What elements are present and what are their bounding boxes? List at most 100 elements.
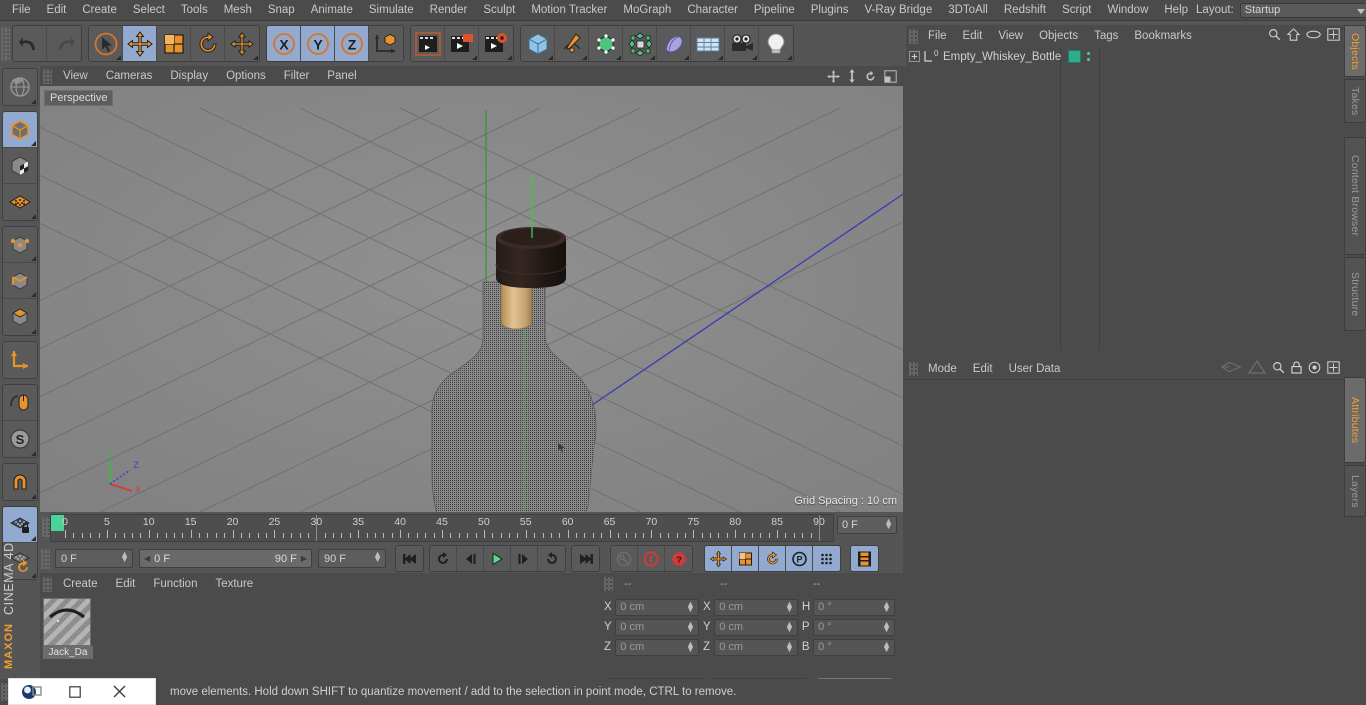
add-light-button[interactable] [759, 26, 793, 61]
close-window-icon[interactable] [97, 678, 141, 705]
x-axis-lock-button[interactable]: X [267, 26, 301, 61]
coord-size-field[interactable]: 0 cm ▲ ▼ [714, 618, 798, 636]
spinner-icon[interactable]: ▲ ▼ [882, 639, 891, 653]
coord-rotation-field[interactable]: 0 ° ▲ ▼ [813, 638, 895, 656]
menu-item-snap[interactable]: Snap [260, 0, 303, 21]
menu-item-simulate[interactable]: Simulate [361, 0, 422, 21]
material-grip[interactable] [43, 576, 52, 592]
viewport-menu-view[interactable]: View [54, 70, 97, 82]
viewport-render-region-button[interactable] [3, 69, 37, 105]
expand-toggle-icon[interactable] [909, 51, 920, 62]
spinner-icon[interactable]: ▲ ▼ [686, 639, 695, 653]
texture-mode-button[interactable] [3, 184, 37, 220]
viewport-grip[interactable] [43, 68, 52, 84]
previous-keyframe-button[interactable] [430, 546, 457, 571]
attributes-menu-mode[interactable]: Mode [920, 363, 965, 375]
range-right-arrow-icon[interactable]: ▶ [301, 554, 307, 563]
menu-item-character[interactable]: Character [679, 0, 746, 21]
preview-range-bar[interactable]: ◀ 0 F 90 F ▶ [139, 549, 312, 568]
add-camera-button[interactable] [725, 26, 759, 61]
object-row[interactable]: 0 Empty_Whiskey_Bottle [906, 47, 1344, 66]
current-frame-field[interactable]: 0 F ▲ ▼ [55, 549, 133, 568]
spinner-icon[interactable]: ▲ ▼ [686, 599, 695, 613]
vertical-tab-structure[interactable]: Structure [1344, 257, 1366, 331]
home-icon[interactable] [1287, 28, 1300, 41]
keyframe-selection-button[interactable]: ? [665, 546, 692, 571]
spinner-icon[interactable]: ▲ ▼ [120, 550, 129, 564]
timeline-toggle-button[interactable] [851, 546, 878, 571]
undo-button[interactable] [13, 26, 47, 61]
target-icon[interactable] [1308, 361, 1321, 374]
coordinates-grip[interactable] [604, 576, 613, 591]
add-environment-button[interactable] [691, 26, 725, 61]
render-to-picture-viewer-button[interactable] [445, 26, 479, 61]
lock-icon[interactable] [1291, 360, 1302, 374]
record-position-button[interactable] [705, 546, 732, 571]
vertical-tab-takes[interactable]: Takes [1344, 79, 1366, 123]
end-frame-field[interactable]: 90 F ▲ ▼ [318, 549, 386, 568]
viewport-dolly-icon[interactable] [847, 69, 857, 83]
render-settings-button[interactable] [479, 26, 513, 61]
viewport-pan-icon[interactable] [827, 69, 840, 83]
spinner-icon[interactable]: ▲ ▼ [882, 619, 891, 633]
layout-icon[interactable] [1327, 28, 1340, 41]
menu-item-sculpt[interactable]: Sculpt [475, 0, 523, 21]
menu-item-mograph[interactable]: MoGraph [615, 0, 679, 21]
redo-button[interactable] [47, 26, 81, 61]
scale-tool-button[interactable] [157, 26, 191, 61]
layout-dropdown[interactable]: Startup [1239, 2, 1366, 18]
object-tree[interactable]: 0 Empty_Whiskey_Bottle [906, 47, 1344, 350]
object-menu-edit[interactable]: Edit [955, 30, 991, 42]
add-spline-button[interactable] [555, 26, 589, 61]
coord-rotation-field[interactable]: 0 ° ▲ ▼ [813, 598, 895, 616]
menu-item-script[interactable]: Script [1054, 0, 1099, 21]
object-visibility-dots[interactable] [1087, 52, 1090, 61]
vertical-tab-layers[interactable]: Layers [1344, 465, 1366, 517]
record-pla-button[interactable] [813, 546, 840, 571]
spinner-icon[interactable]: ▲ ▼ [884, 517, 893, 531]
material-tag-swatch[interactable] [1068, 50, 1081, 63]
rotate-tool-button[interactable] [191, 26, 225, 61]
menu-item-render[interactable]: Render [422, 0, 476, 21]
record-rotation-button[interactable] [759, 546, 786, 571]
search-icon[interactable] [1272, 361, 1285, 374]
add-generator-button[interactable] [589, 26, 623, 61]
spinner-icon[interactable]: ▲ ▼ [785, 639, 794, 653]
viewport-menu-options[interactable]: Options [217, 70, 275, 82]
coord-position-field[interactable]: 0 cm ▲ ▼ [615, 598, 699, 616]
menu-item-mesh[interactable]: Mesh [216, 0, 260, 21]
go-to-start-button[interactable] [396, 546, 423, 571]
forward-nav-icon[interactable] [1248, 360, 1266, 374]
coord-size-field[interactable]: 0 cm ▲ ▼ [714, 598, 798, 616]
edges-mode-button[interactable] [3, 263, 37, 299]
menu-item-select[interactable]: Select [125, 0, 173, 21]
menu-item-redshift[interactable]: Redshift [996, 0, 1054, 21]
menu-item-v-ray-bridge[interactable]: V-Ray Bridge [856, 0, 940, 21]
object-menu-view[interactable]: View [990, 30, 1031, 42]
object-menu-objects[interactable]: Objects [1031, 30, 1086, 42]
menu-item-window[interactable]: Window [1099, 0, 1156, 21]
material-menu-create[interactable]: Create [54, 578, 107, 590]
menu-item-pipeline[interactable]: Pipeline [746, 0, 803, 21]
attributes-content[interactable] [906, 379, 1344, 573]
menu-item-motion-tracker[interactable]: Motion Tracker [523, 0, 615, 21]
layout-icon[interactable] [1327, 360, 1340, 374]
object-menu-bookmarks[interactable]: Bookmarks [1126, 30, 1200, 42]
menu-item-help[interactable]: Help [1156, 0, 1196, 21]
add-cube-button[interactable] [521, 26, 555, 61]
viewport-menu-display[interactable]: Display [161, 70, 217, 82]
toolbar-grip[interactable] [1, 26, 10, 61]
go-to-end-button[interactable] [572, 546, 599, 571]
attributes-grip[interactable] [909, 361, 918, 376]
soft-selection-button[interactable]: S [3, 421, 37, 457]
autokeying-button[interactable] [611, 546, 638, 571]
menu-item-tools[interactable]: Tools [173, 0, 216, 21]
record-active-objects-button[interactable] [638, 546, 665, 571]
eye-icon[interactable] [1306, 29, 1321, 40]
object-manager-grip[interactable] [909, 28, 918, 44]
coord-rotation-field[interactable]: 0 ° ▲ ▼ [813, 618, 895, 636]
coord-size-field[interactable]: 0 cm ▲ ▼ [714, 638, 798, 656]
points-mode-button[interactable] [3, 227, 37, 263]
spinner-icon[interactable]: ▲ ▼ [686, 619, 695, 633]
material-menu-function[interactable]: Function [144, 578, 206, 590]
